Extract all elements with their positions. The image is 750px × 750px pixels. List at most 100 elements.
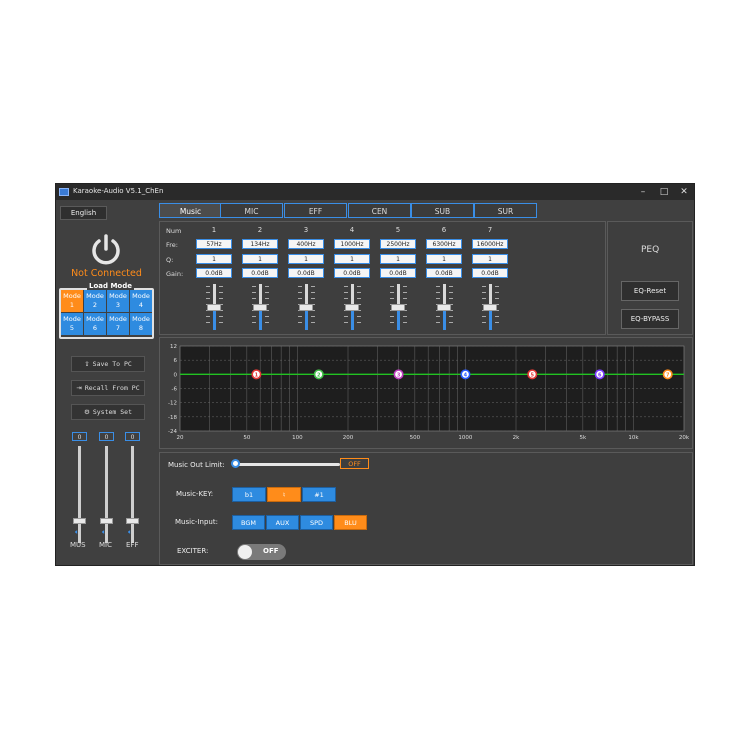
- tab-eff[interactable]: EFF: [284, 203, 347, 218]
- music-key-1-button[interactable]: ♮: [267, 487, 301, 502]
- band-1-q-field[interactable]: 1: [196, 254, 232, 264]
- graph-x-tick-label: 50: [243, 435, 250, 441]
- tab-mic[interactable]: MIC: [220, 203, 283, 218]
- music-key-2-button[interactable]: #1: [302, 487, 336, 502]
- band-4-gain-field[interactable]: 0.0dB: [334, 268, 370, 278]
- band-7-gain-thumb[interactable]: [483, 304, 497, 311]
- gain-scale-tick: [311, 292, 315, 293]
- music-key-0-button[interactable]: b1: [232, 487, 266, 502]
- minimize-icon[interactable]: –: [637, 186, 649, 198]
- mus-speaker-icon[interactable]: 🔈︎: [75, 528, 79, 537]
- band-7-graph-point-label: 7: [666, 372, 670, 378]
- mode-7-button[interactable]: Mode 7: [107, 313, 129, 335]
- recall-from-pc-label: Recall From PC: [84, 384, 140, 392]
- import-icon: ⇥: [76, 384, 82, 392]
- eq-response-graph[interactable]: 1260-6-12-18-2420 50 100 200 500 1000 2k 5k 10k 2…: [160, 338, 692, 448]
- load-mode-title: Load Mode: [87, 282, 134, 290]
- mode-5-button[interactable]: Mode 5: [61, 313, 83, 335]
- mus-fader-thumb[interactable]: [73, 518, 86, 524]
- freq-row-label: Fre:: [166, 241, 178, 249]
- tab-music[interactable]: Music: [159, 203, 222, 218]
- eff-fader-thumb[interactable]: [126, 518, 139, 524]
- tab-sub[interactable]: SUB: [411, 203, 474, 218]
- band-3-q-field[interactable]: 1: [288, 254, 324, 264]
- band-4-q-field[interactable]: 1: [334, 254, 370, 264]
- exciter-toggle-knob[interactable]: [238, 545, 252, 559]
- q-row-label: Q:: [166, 256, 174, 264]
- mus-label: MUS: [70, 541, 86, 549]
- tab-sur[interactable]: SUR: [474, 203, 537, 218]
- gain-scale-tick: [436, 286, 440, 287]
- music-out-limit-thumb[interactable]: [231, 459, 240, 468]
- band-3-freq-field[interactable]: 400Hz: [288, 239, 324, 249]
- band-5-graph-point-label: 5: [531, 372, 535, 378]
- music-input-spd-button[interactable]: SPD: [300, 515, 333, 530]
- power-icon[interactable]: [90, 234, 122, 266]
- band-2-gain-thumb[interactable]: [253, 304, 267, 311]
- band-3-gain-thumb[interactable]: [299, 304, 313, 311]
- band-1-gain-thumb[interactable]: [207, 304, 221, 311]
- mic-value[interactable]: 0: [99, 432, 114, 441]
- gain-scale-tick: [206, 286, 210, 287]
- band-6-gain-field[interactable]: 0.0dB: [426, 268, 462, 278]
- eff-value[interactable]: 0: [125, 432, 140, 441]
- system-set-button[interactable]: ⚙ System Set: [71, 404, 145, 420]
- band-5-freq-field[interactable]: 2500Hz: [380, 239, 416, 249]
- mode-3-button[interactable]: Mode 3: [107, 290, 129, 312]
- music-input-blu-button[interactable]: BLU: [334, 515, 367, 530]
- mic-speaker-icon[interactable]: 🔈︎: [102, 528, 106, 537]
- band-5-gain-field[interactable]: 0.0dB: [380, 268, 416, 278]
- band-4-freq-field[interactable]: 1000Hz: [334, 239, 370, 249]
- mode-label: Mode: [63, 292, 81, 300]
- music-out-limit-slider[interactable]: [234, 463, 340, 466]
- band-4-gain-thumb[interactable]: [345, 304, 359, 311]
- band-7-freq-field[interactable]: 16000Hz: [472, 239, 508, 249]
- close-icon[interactable]: ✕: [678, 186, 690, 198]
- band-5-q-field[interactable]: 1: [380, 254, 416, 264]
- mode-4-button[interactable]: Mode 4: [130, 290, 152, 312]
- band-7-q-field[interactable]: 1: [472, 254, 508, 264]
- band-1-gain-field[interactable]: 0.0dB: [196, 268, 232, 278]
- gain-scale-tick: [344, 292, 348, 293]
- gain-scale-tick: [219, 298, 223, 299]
- tab-cen[interactable]: CEN: [348, 203, 411, 218]
- band-7-gain-field[interactable]: 0.0dB: [472, 268, 508, 278]
- eq-reset-button[interactable]: EQ-Reset: [621, 281, 679, 301]
- band-2-gain-field[interactable]: 0.0dB: [242, 268, 278, 278]
- eff-speaker-icon[interactable]: 🔈︎: [128, 528, 132, 537]
- mode-1-button[interactable]: Mode 1: [61, 290, 83, 312]
- mus-value[interactable]: 0: [72, 432, 87, 441]
- band-2-freq-field[interactable]: 134Hz: [242, 239, 278, 249]
- music-input-aux-button[interactable]: AUX: [266, 515, 299, 530]
- music-input-bgm-button[interactable]: BGM: [232, 515, 265, 530]
- language-button[interactable]: English: [60, 206, 107, 220]
- eq-bypass-button[interactable]: EQ-BYPASS: [621, 309, 679, 329]
- band-2-q-field[interactable]: 1: [242, 254, 278, 264]
- gain-scale-tick: [219, 286, 223, 287]
- band-6-q-field[interactable]: 1: [426, 254, 462, 264]
- band-1-freq-field[interactable]: 57Hz: [196, 239, 232, 249]
- band-6-gain-thumb[interactable]: [437, 304, 451, 311]
- band-4-graph-point-label: 4: [464, 372, 468, 378]
- maximize-icon[interactable]: □: [658, 186, 670, 198]
- mode-6-button[interactable]: Mode 6: [84, 313, 106, 335]
- exciter-toggle[interactable]: OFF: [237, 544, 286, 560]
- save-to-pc-button[interactable]: ⇪ Save To PC: [71, 356, 145, 372]
- left-sidebar: English Not Connected Load Mode Mode 1 Mod…: [56, 201, 157, 565]
- mode-8-button[interactable]: Mode 8: [130, 313, 152, 335]
- mode-number: 7: [115, 324, 121, 332]
- graph-x-tick-label: 100: [292, 435, 303, 441]
- graph-x-tick-label: 5k: [580, 435, 587, 441]
- mode-2-button[interactable]: Mode 2: [84, 290, 106, 312]
- graph-y-tick-label: 12: [170, 344, 177, 350]
- recall-from-pc-button[interactable]: ⇥ Recall From PC: [71, 380, 145, 396]
- gain-scale-tick: [482, 316, 486, 317]
- mic-fader-thumb[interactable]: [100, 518, 113, 524]
- band-2-gain-fill: [259, 308, 262, 330]
- band-5-gain-thumb[interactable]: [391, 304, 405, 311]
- band-6-freq-field[interactable]: 6300Hz: [426, 239, 462, 249]
- gain-scale-tick: [357, 286, 361, 287]
- gain-scale-tick: [252, 322, 256, 323]
- music-out-limit-state[interactable]: OFF: [340, 458, 369, 469]
- band-3-gain-field[interactable]: 0.0dB: [288, 268, 324, 278]
